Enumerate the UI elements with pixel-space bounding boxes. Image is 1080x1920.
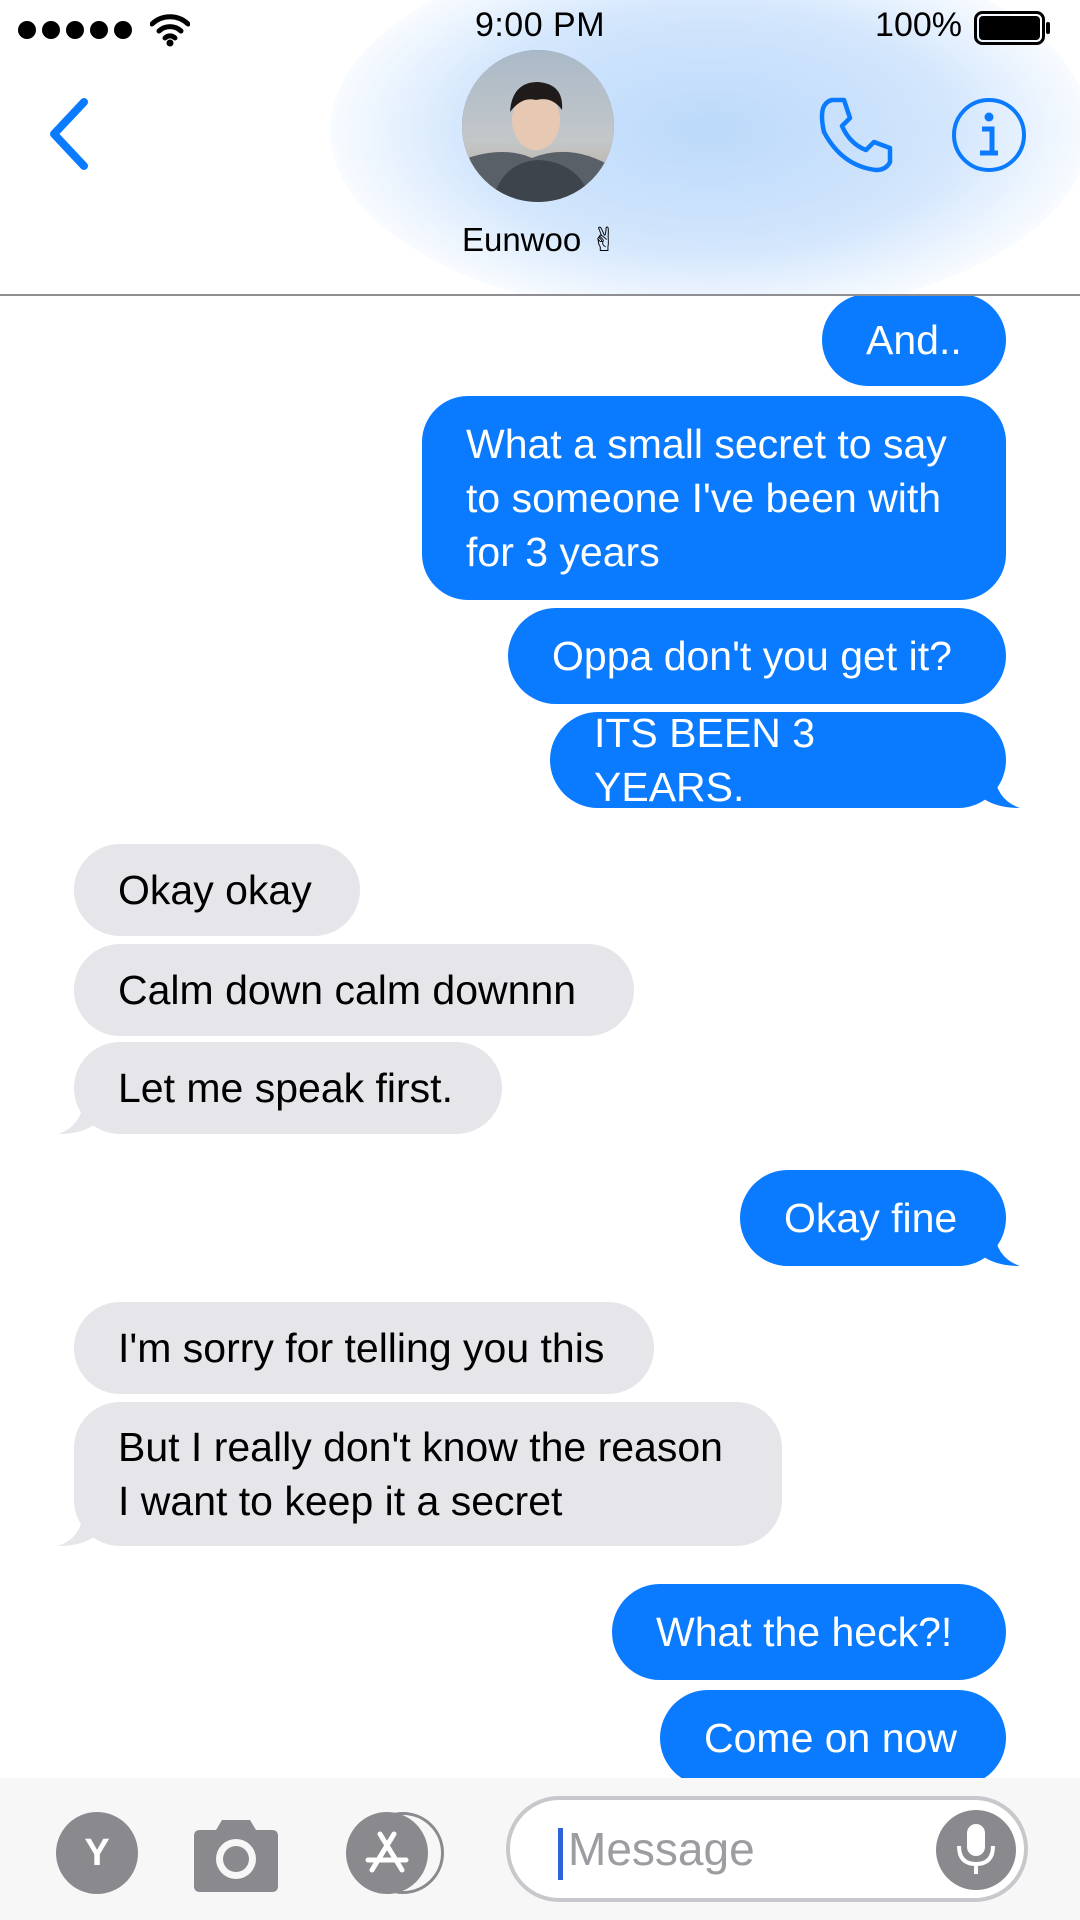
- received-message-bubble[interactable]: Let me speak first.: [74, 1042, 502, 1134]
- battery-percent: 100%: [875, 6, 962, 44]
- received-message-bubble[interactable]: Calm down calm downnn: [74, 944, 634, 1036]
- sent-message-bubble[interactable]: Come on now: [660, 1690, 1006, 1778]
- avatar[interactable]: [462, 50, 614, 202]
- sent-message-bubble[interactable]: Okay fine: [740, 1170, 1006, 1266]
- sent-message-bubble[interactable]: ITS BEEN 3 YEARS.: [550, 710, 1006, 810]
- app-store-button[interactable]: [346, 1812, 456, 1896]
- avatar-photo: [462, 50, 614, 202]
- received-message-bubble[interactable]: But I really don't know the reason I wan…: [74, 1402, 782, 1546]
- contact-name[interactable]: Eunwoo ✌: [0, 220, 1080, 259]
- sent-message-bubble[interactable]: And..: [822, 296, 1006, 386]
- battery-icon: [974, 11, 1050, 45]
- back-button[interactable]: [40, 94, 100, 174]
- received-message-bubble[interactable]: Okay okay: [74, 844, 360, 936]
- text-cursor: [558, 1828, 563, 1880]
- microphone-icon[interactable]: [936, 1810, 1016, 1890]
- camera-icon[interactable]: [188, 1814, 284, 1894]
- app-store-icon: [346, 1812, 428, 1894]
- input-bar: Y Message: [0, 1778, 1080, 1920]
- message-list[interactable]: And.. What a small secret to say to someo…: [0, 296, 1080, 1778]
- sent-message-bubble[interactable]: Oppa don't you get it?: [508, 608, 1006, 704]
- message-input[interactable]: Message: [506, 1796, 1028, 1902]
- sent-message-bubble[interactable]: What the heck?!: [612, 1584, 1006, 1680]
- received-message-bubble[interactable]: I'm sorry for telling you this: [74, 1302, 654, 1394]
- conversation-header: 9:00 PM 100% Eunwoo ✌: [0, 0, 1080, 296]
- phone-icon[interactable]: [812, 92, 898, 178]
- app-y-button[interactable]: Y: [56, 1812, 138, 1894]
- info-icon[interactable]: [950, 96, 1028, 174]
- app-y-label: Y: [84, 1831, 110, 1874]
- sent-message-bubble[interactable]: What a small secret to say to someone I'…: [422, 396, 1006, 600]
- message-placeholder: Message: [568, 1823, 755, 1875]
- status-bar: 9:00 PM 100%: [0, 0, 1080, 54]
